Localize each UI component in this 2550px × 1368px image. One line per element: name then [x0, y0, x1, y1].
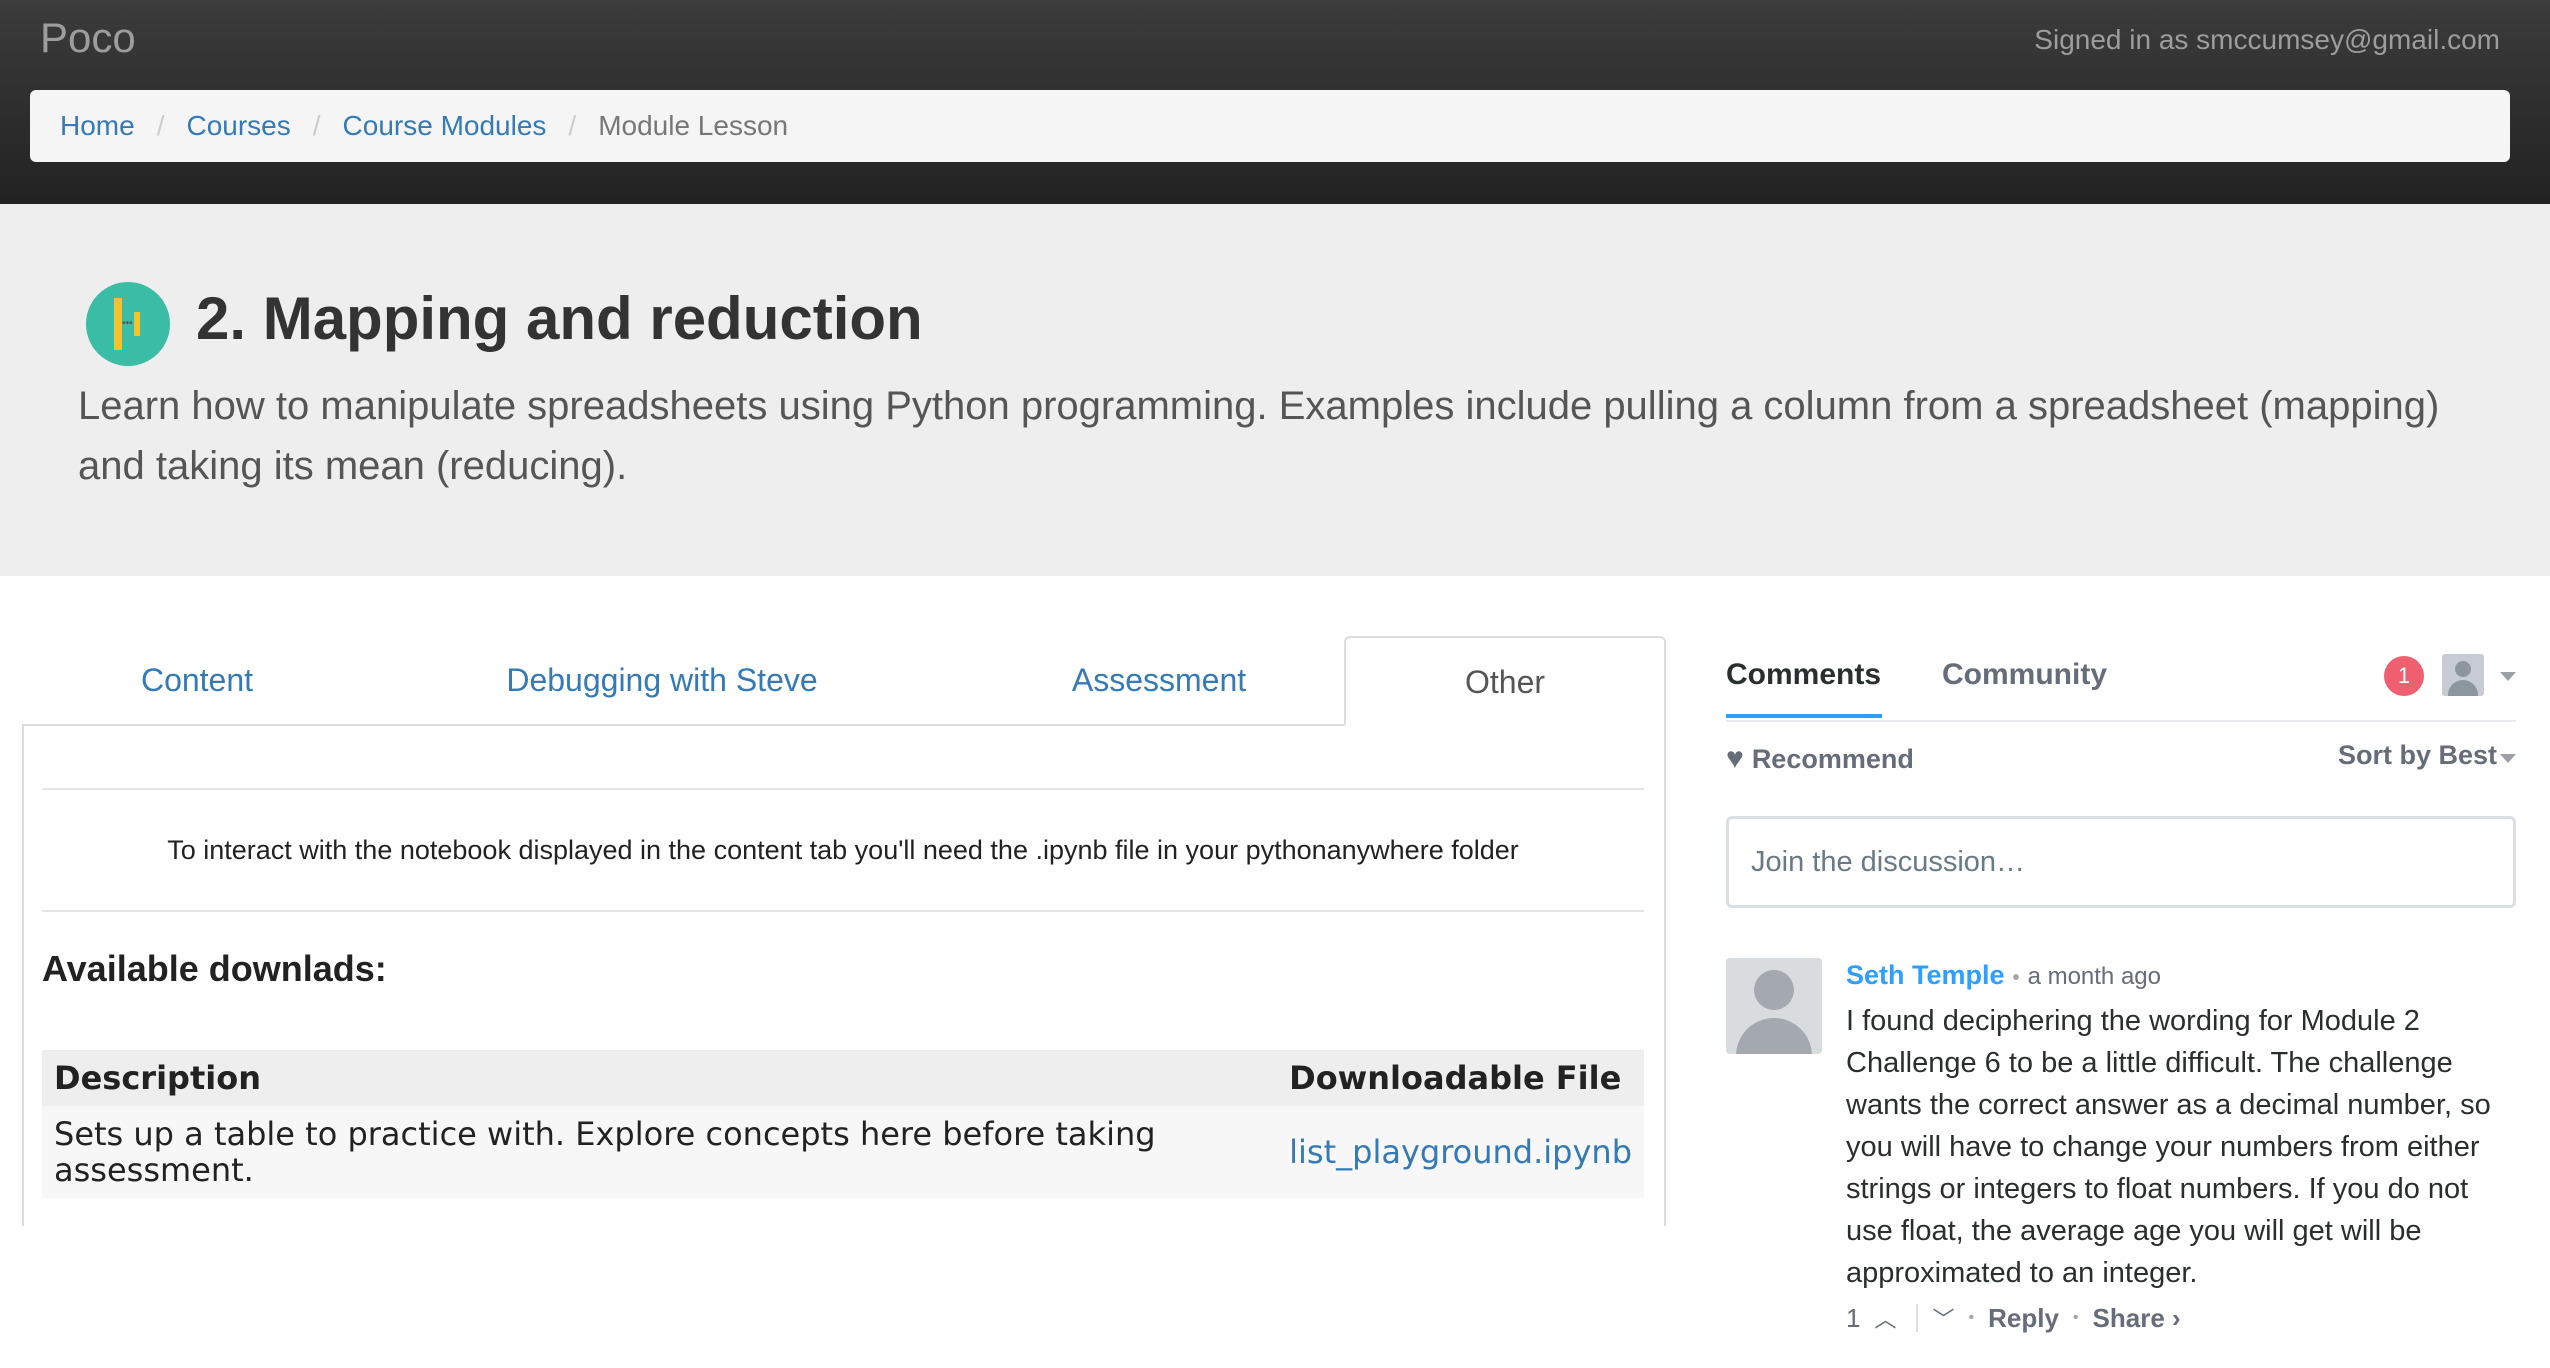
signed-in-status: Signed in as smccumsey@gmail.com	[2034, 24, 2500, 55]
tab-other[interactable]: Other	[1344, 636, 1666, 726]
share-button[interactable]: Share ›	[2093, 1303, 2181, 1334]
breadcrumb-separator: /	[156, 110, 165, 141]
column-description: Description	[42, 1050, 1278, 1106]
divider	[1916, 1304, 1919, 1332]
recommend-button[interactable]: ♥ Recommend	[1726, 742, 1914, 776]
chevron-down-icon[interactable]	[2500, 672, 2516, 681]
row-file: list_playground.ipynb	[1277, 1106, 1644, 1198]
lesson-description: Learn how to manipulate spreadsheets usi…	[78, 384, 2440, 488]
comment-author[interactable]: Seth Temple	[1846, 960, 2005, 990]
notebook-note: To interact with the notebook displayed …	[42, 788, 1644, 912]
lesson-icon: •••	[86, 282, 170, 366]
vote-count: 1	[1846, 1302, 1861, 1333]
comments-panel: Comments Community 1 ♥ Recommend Sort by …	[1726, 640, 2516, 1368]
notification-badge[interactable]: 1	[2384, 656, 2424, 696]
table-row: Sets up a table to practice with. Explor…	[42, 1106, 1644, 1198]
breadcrumb-home[interactable]: Home	[60, 110, 135, 142]
tab-comments[interactable]: Comments	[1726, 658, 1881, 692]
comment-header: Seth Temple • a month ago	[1846, 960, 2161, 991]
heart-icon: ♥	[1726, 742, 1744, 775]
sort-label: Sort by Best	[2338, 740, 2498, 770]
sort-dropdown[interactable]: Sort by Best	[2338, 740, 2497, 771]
table-header-row: Description Downloadable File	[42, 1050, 1644, 1106]
brand-logo[interactable]: Poco	[40, 14, 136, 62]
breadcrumb: Home / Courses / Course Modules / Module…	[30, 90, 2510, 162]
separator-dot: •	[1968, 1309, 1975, 1326]
breadcrumb-course-modules[interactable]: Course Modules	[343, 110, 547, 142]
download-link[interactable]: list_playground.ipynb	[1289, 1133, 1632, 1171]
user-avatar[interactable]	[2442, 654, 2484, 696]
comments-tabs: Comments Community 1	[1726, 640, 2516, 722]
breadcrumb-separator: /	[568, 110, 577, 141]
separator-dot: •	[2072, 1309, 2079, 1326]
join-discussion-input[interactable]: Join the discussion…	[1726, 816, 2516, 908]
tab-content[interactable]: Content	[22, 636, 372, 724]
recommend-label: Recommend	[1751, 744, 1914, 774]
comment-text: I found deciphering the wording for Modu…	[1846, 1005, 2491, 1289]
reply-button[interactable]: Reply	[1988, 1303, 2059, 1334]
row-description: Sets up a table to practice with. Explor…	[42, 1106, 1278, 1198]
top-navbar: Poco Signed in as smccumsey@gmail.com Ho…	[0, 0, 2550, 204]
downloads-table: Description Downloadable File Sets up a …	[42, 1050, 1644, 1198]
separator-dot: •	[2012, 967, 2020, 989]
comment-time[interactable]: a month ago	[2028, 963, 2161, 990]
tab-debugging[interactable]: Debugging with Steve	[372, 636, 952, 724]
breadcrumb-current: Module Lesson	[598, 110, 789, 141]
tab-community[interactable]: Community	[1942, 658, 2107, 692]
breadcrumb-separator: /	[312, 110, 321, 141]
description-text: Sets up a table to practice with. Explor…	[54, 1115, 1156, 1189]
comment-actions: 1 ︿ ﹀ • Reply • Share ›	[1846, 1302, 2195, 1334]
downloads-heading: Available downlads:	[42, 948, 387, 989]
breadcrumb-courses[interactable]: Courses	[186, 110, 290, 142]
downvote-icon[interactable]: ﹀	[1932, 1302, 1954, 1334]
commenter-avatar[interactable]	[1726, 958, 1822, 1054]
column-file: Downloadable File	[1277, 1050, 1644, 1106]
lesson-tabs: Content Debugging with Steve Assessment …	[22, 636, 1666, 726]
lesson-header: ••• 2. Mapping and reduction Learn how t…	[0, 204, 2550, 576]
active-tab-indicator	[1726, 714, 1882, 718]
upvote-icon[interactable]: ︿	[1874, 1302, 1896, 1334]
tab-assessment[interactable]: Assessment	[952, 636, 1366, 724]
page-title: 2. Mapping and reduction	[196, 285, 923, 352]
chevron-down-icon[interactable]	[2500, 754, 2516, 763]
